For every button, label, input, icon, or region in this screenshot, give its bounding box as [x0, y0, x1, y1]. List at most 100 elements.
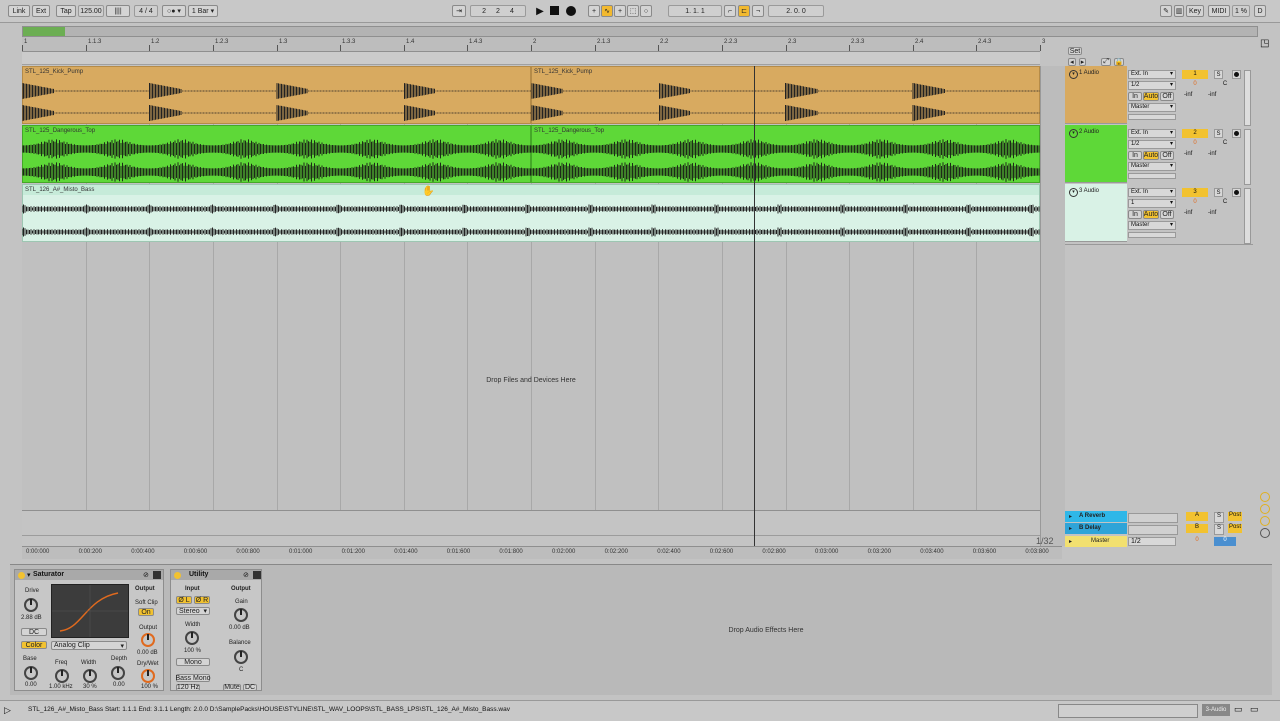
return-lane-b[interactable] [22, 523, 1040, 536]
pan-field[interactable]: C [1214, 81, 1236, 89]
bass-mono-button[interactable]: Bass Mono [175, 674, 211, 682]
hot-swap-icon[interactable]: ⊘ [243, 571, 249, 579]
monitor-in-button[interactable]: In [1128, 92, 1142, 101]
return-b-activator[interactable]: B [1186, 524, 1208, 533]
device-power-icon[interactable] [174, 572, 181, 579]
automation-arm-button[interactable]: ∿ [601, 5, 613, 17]
solo-button[interactable]: S [1214, 188, 1223, 197]
beat-ruler[interactable]: 1 1.1.3 1.2 1.2.3 1.3 1.3.3 1.4 1.4.3 2 2.1.3 2.2 2… [22, 37, 1045, 52]
overview-viewport[interactable] [23, 27, 65, 36]
arm-button[interactable] [1232, 188, 1241, 197]
arrow-left-icon[interactable]: ◂ [1068, 58, 1076, 66]
volume-field[interactable]: 0 [1182, 140, 1208, 148]
key-map-button[interactable]: Key [1186, 5, 1204, 17]
soft-clip-toggle[interactable]: On [138, 608, 154, 616]
hot-swap-icon[interactable]: ⊘ [143, 571, 149, 579]
color-button[interactable]: Color [21, 641, 47, 649]
toggle-panel-icon[interactable]: ▭ [1234, 704, 1243, 715]
track-name[interactable]: 1 Audio [1079, 70, 1099, 76]
quantization-menu[interactable]: 1 Bar ▾ [188, 5, 218, 17]
volume-field[interactable]: 0 [1182, 81, 1208, 89]
arm-button[interactable] [1232, 70, 1241, 79]
volume-field[interactable]: 0 [1182, 199, 1208, 207]
fold-icon[interactable]: ▾ [1069, 129, 1078, 138]
pan-field[interactable]: C [1214, 140, 1236, 148]
lock-icon[interactable]: 🔒 [1114, 58, 1124, 66]
save-preset-icon[interactable] [153, 571, 161, 579]
loop-start-field[interactable]: 1. 1. 1 [668, 5, 722, 17]
track-header[interactable]: ▾ 2 Audio [1065, 125, 1127, 183]
effects-drop-zone[interactable]: Drop Audio Effects Here [266, 569, 1266, 691]
monitor-off-button[interactable]: Off [1160, 92, 1174, 101]
fold-icon[interactable]: ▾ [1069, 188, 1078, 197]
input-channel-select[interactable]: 1/2 ▾ [1128, 81, 1176, 90]
device-power-icon[interactable] [18, 572, 25, 579]
output-channel-select[interactable] [1128, 114, 1176, 120]
pan-field[interactable]: C [1214, 199, 1236, 207]
loop-length-field[interactable]: 2. 0. 0 [768, 5, 824, 17]
input-type-select[interactable]: Ext. In ▾ [1128, 70, 1176, 79]
draw-mode-button[interactable]: ✎ [1160, 5, 1172, 17]
master-track[interactable]: ▸ Master [1065, 536, 1127, 547]
fold-icon[interactable]: ▾ [1069, 70, 1078, 79]
freq-knob[interactable] [55, 669, 69, 683]
monitor-auto-button[interactable]: Auto [1143, 210, 1159, 219]
punch-out-button[interactable]: ¬ [752, 5, 764, 17]
arrangement-scroll-gutter[interactable] [1040, 66, 1065, 546]
set-button[interactable]: Set [1068, 47, 1082, 55]
return-track-a[interactable]: ▸ A Reverb [1065, 511, 1127, 522]
monitor-auto-button[interactable]: Auto [1143, 92, 1159, 101]
base-knob[interactable] [24, 666, 38, 680]
add-button[interactable]: + [614, 5, 626, 17]
monitor-off-button[interactable]: Off [1160, 151, 1174, 160]
return-b-solo[interactable]: S [1214, 524, 1224, 535]
input-type-select[interactable]: Ext. In ▾ [1128, 129, 1176, 138]
track-header[interactable]: ▾ 1 Audio [1065, 66, 1127, 124]
resize-icon[interactable]: ⤢ [1101, 58, 1111, 66]
toggle-detail-icon[interactable]: ▭ [1250, 704, 1259, 715]
master-pan[interactable]: 0 [1214, 537, 1236, 546]
output-knob[interactable] [141, 633, 155, 647]
output-select[interactable]: Master ▾ [1128, 221, 1176, 230]
track-header[interactable]: ▾ 3 Audio [1065, 184, 1127, 242]
capture-button[interactable]: ⬚ [627, 5, 639, 17]
phase-right-button[interactable]: Ø R [194, 596, 210, 604]
punch-in-button[interactable]: ⌐ [724, 5, 736, 17]
output-channel-select[interactable] [1128, 232, 1176, 238]
saturator-device[interactable]: Saturator ▾ ⊘ Drive 2.88 dB DC Color Ana… [14, 569, 164, 691]
master-lane[interactable] [22, 536, 1040, 546]
return-lane-a[interactable] [22, 510, 1040, 524]
play-icon[interactable]: ▶ [534, 5, 546, 17]
monitor-off-button[interactable]: Off [1160, 210, 1174, 219]
monitor-in-button[interactable]: In [1128, 210, 1142, 219]
loop-switch[interactable]: ⊏ [738, 5, 750, 17]
record-icon[interactable] [566, 6, 576, 16]
link-button[interactable]: Link [8, 5, 30, 17]
output-channel-select[interactable] [1128, 173, 1176, 179]
track-name[interactable]: 3 Audio [1079, 188, 1099, 194]
return-a-post[interactable]: Post [1228, 512, 1242, 521]
width-knob[interactable] [83, 669, 97, 683]
tap-tempo-button[interactable]: Tap [56, 5, 76, 17]
output-select[interactable]: Master ▾ [1128, 162, 1176, 171]
track-activator[interactable]: 2 [1182, 129, 1208, 138]
bass-mono-freq[interactable]: 120 Hz [176, 684, 200, 691]
session-record-button[interactable]: ○ [640, 5, 652, 17]
solo-button[interactable]: S [1214, 129, 1223, 138]
overdub-button[interactable]: + [588, 5, 600, 17]
input-channel-select[interactable]: 1/2 ▾ [1128, 140, 1176, 149]
input-type-select[interactable]: Ext. In ▾ [1128, 188, 1176, 197]
mono-button[interactable]: Mono [176, 658, 210, 666]
width-knob[interactable] [185, 631, 199, 645]
time-signature-field[interactable]: 4 / 4 [134, 5, 158, 17]
return-b-post[interactable]: Post [1228, 524, 1242, 533]
computer-keyboard-button[interactable]: ▥ [1174, 5, 1184, 17]
output-select[interactable]: Master ▾ [1128, 103, 1176, 112]
type-select[interactable]: Analog Clip ▾ [51, 641, 127, 650]
arrow-right-icon[interactable]: ▸ [1078, 58, 1087, 66]
channel-mode-select[interactable]: Stereo ▾ [176, 607, 210, 615]
stop-icon[interactable] [550, 6, 559, 15]
input-channel-select[interactable]: 1 ▾ [1128, 199, 1176, 208]
monitor-auto-button[interactable]: Auto [1143, 151, 1159, 160]
solo-button[interactable]: S [1214, 70, 1223, 79]
